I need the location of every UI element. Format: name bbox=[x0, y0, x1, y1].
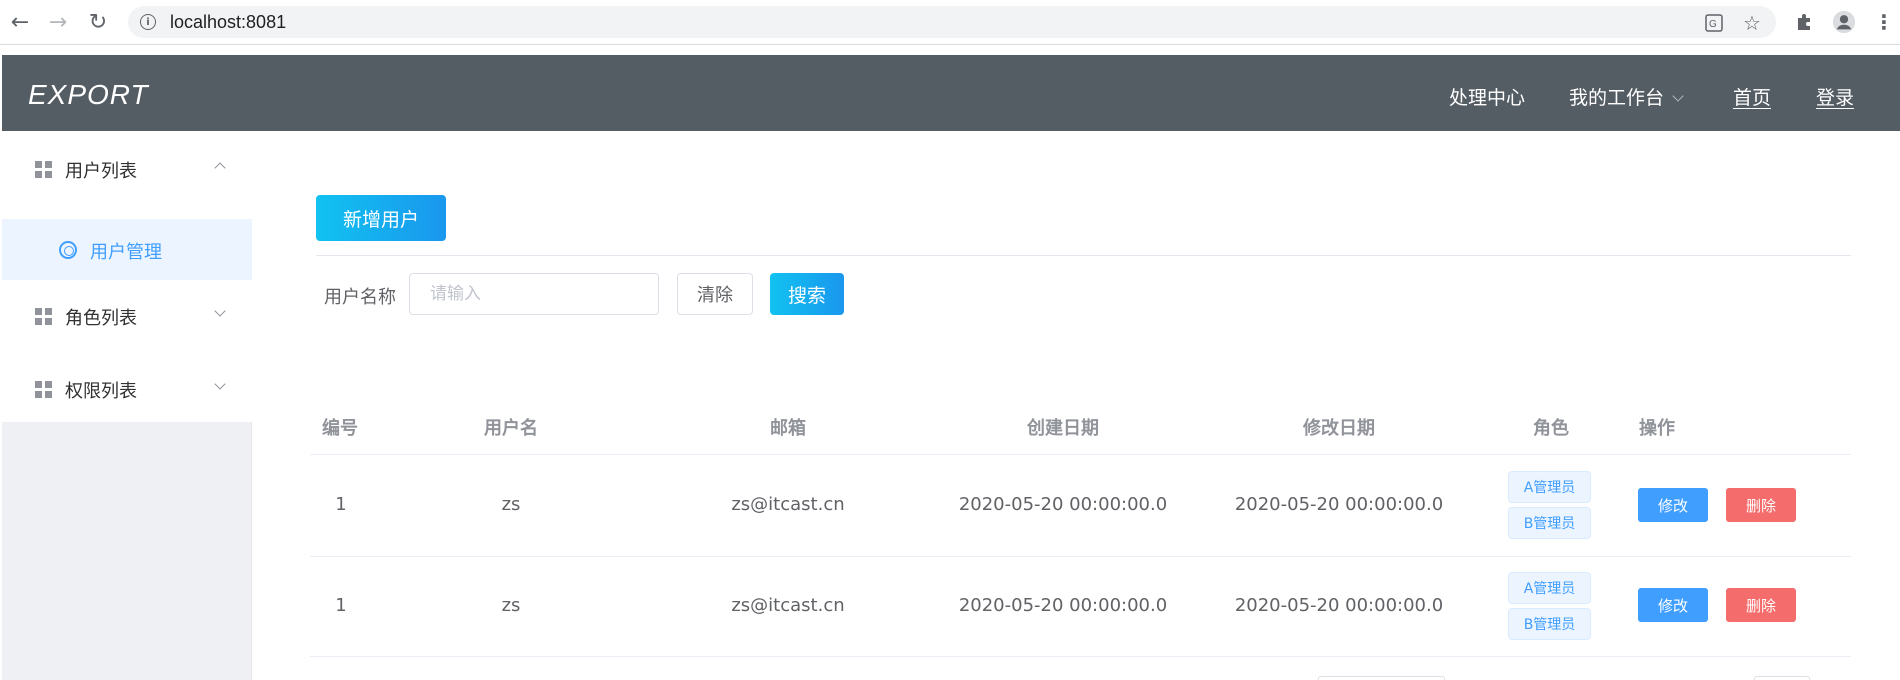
chevron-down-icon bbox=[214, 305, 226, 317]
row-divider bbox=[310, 454, 1851, 455]
cell-email: zs@itcast.cn bbox=[731, 595, 845, 616]
sidebar-group-label: 角色列表 bbox=[65, 308, 137, 329]
pagination-control[interactable] bbox=[1318, 676, 1445, 680]
column-header-username[interactable]: 用户名 bbox=[484, 414, 538, 440]
url-text[interactable]: localhost:8081 bbox=[170, 12, 286, 33]
bookmark-star-icon[interactable]: ☆ bbox=[1742, 11, 1762, 35]
column-header-role[interactable]: 角色 bbox=[1533, 414, 1569, 440]
row-divider bbox=[310, 656, 1851, 657]
cell-email: zs@itcast.cn bbox=[731, 494, 845, 515]
cell-modified: 2020-05-20 00:00:00.0 bbox=[1234, 494, 1444, 515]
svg-text:G: G bbox=[1709, 19, 1717, 30]
sidebar-group-label: 权限列表 bbox=[65, 381, 137, 402]
column-header-modified[interactable]: 修改日期 bbox=[1303, 414, 1375, 440]
menu-my-workbench[interactable]: 我的工作台 bbox=[1569, 83, 1684, 110]
chevron-down-icon bbox=[214, 378, 226, 390]
sidebar-group-permission-list[interactable]: 权限列表 bbox=[2, 350, 252, 410]
cell-username: zs bbox=[501, 494, 521, 515]
cell-id: 1 bbox=[335, 494, 347, 515]
clear-button[interactable]: 清除 bbox=[677, 273, 753, 315]
cell-modified: 2020-05-20 00:00:00.0 bbox=[1234, 595, 1444, 616]
sidebar-menu: 用户列表 用户管理 角色列表 权限列表 bbox=[2, 131, 252, 422]
pagination-control[interactable] bbox=[1754, 676, 1810, 680]
address-bar[interactable]: i localhost:8081 G ☆ bbox=[128, 6, 1776, 38]
cell-created: 2020-05-20 00:00:00.0 bbox=[958, 595, 1168, 616]
sidebar-group-user-list[interactable]: 用户列表 bbox=[2, 131, 252, 191]
delete-button[interactable]: 删除 bbox=[1726, 488, 1796, 522]
role-tag: A管理员 bbox=[1508, 471, 1591, 503]
search-button[interactable]: 搜索 bbox=[770, 273, 844, 315]
ring-icon bbox=[59, 241, 77, 259]
browser-toolbar: ← → ↻ i localhost:8081 G ☆ ⋮ bbox=[0, 0, 1900, 45]
site-info-icon[interactable]: i bbox=[140, 14, 156, 30]
role-tag: B管理员 bbox=[1508, 608, 1591, 640]
column-header-email[interactable]: 邮箱 bbox=[770, 414, 806, 440]
extensions-puzzle-icon[interactable] bbox=[1792, 10, 1816, 34]
cell-username: zs bbox=[501, 595, 521, 616]
forward-arrow-icon[interactable]: → bbox=[46, 8, 70, 36]
translate-icon[interactable]: G bbox=[1704, 13, 1724, 33]
profile-avatar-icon[interactable] bbox=[1832, 10, 1856, 34]
app-logo[interactable]: EXPORT bbox=[28, 79, 149, 111]
username-search-input[interactable] bbox=[409, 273, 659, 315]
sidebar-item-user-management[interactable]: 用户管理 bbox=[2, 219, 252, 280]
browser-menu-kebab-icon[interactable]: ⋮ bbox=[1872, 10, 1896, 34]
role-tag: A管理员 bbox=[1508, 572, 1591, 604]
grid-menu-icon bbox=[35, 381, 52, 398]
column-header-created[interactable]: 创建日期 bbox=[1027, 414, 1099, 440]
column-header-id[interactable]: 编号 bbox=[322, 414, 358, 440]
back-arrow-icon[interactable]: ← bbox=[8, 8, 32, 36]
chevron-down-icon bbox=[1672, 90, 1684, 102]
add-user-button[interactable]: 新增用户 bbox=[316, 195, 446, 241]
edit-button[interactable]: 修改 bbox=[1638, 588, 1708, 622]
menu-home[interactable]: 首页 bbox=[1733, 83, 1771, 110]
grid-menu-icon bbox=[35, 308, 52, 325]
row-divider bbox=[310, 556, 1851, 557]
search-label: 用户名称 bbox=[324, 287, 396, 308]
role-tag: B管理员 bbox=[1508, 507, 1591, 539]
menu-my-workbench-label: 我的工作台 bbox=[1569, 87, 1665, 109]
cell-id: 1 bbox=[335, 595, 347, 616]
chevron-up-icon bbox=[214, 162, 226, 174]
menu-login[interactable]: 登录 bbox=[1816, 83, 1854, 110]
grid-menu-icon bbox=[35, 161, 52, 178]
sidebar: 用户列表 用户管理 角色列表 权限列表 bbox=[2, 131, 252, 680]
sidebar-group-role-list[interactable]: 角色列表 bbox=[2, 280, 252, 340]
sidebar-group-label: 用户列表 bbox=[65, 161, 137, 182]
edit-button[interactable]: 修改 bbox=[1638, 488, 1708, 522]
divider bbox=[316, 255, 1851, 256]
delete-button[interactable]: 删除 bbox=[1726, 588, 1796, 622]
reload-icon[interactable]: ↻ bbox=[86, 8, 110, 36]
sidebar-item-label: 用户管理 bbox=[90, 242, 162, 263]
cell-created: 2020-05-20 00:00:00.0 bbox=[958, 494, 1168, 515]
column-header-actions[interactable]: 操作 bbox=[1639, 414, 1675, 440]
menu-processing-center[interactable]: 处理中心 bbox=[1449, 83, 1525, 110]
app-header: EXPORT 处理中心 我的工作台 首页 登录 bbox=[2, 55, 1900, 131]
